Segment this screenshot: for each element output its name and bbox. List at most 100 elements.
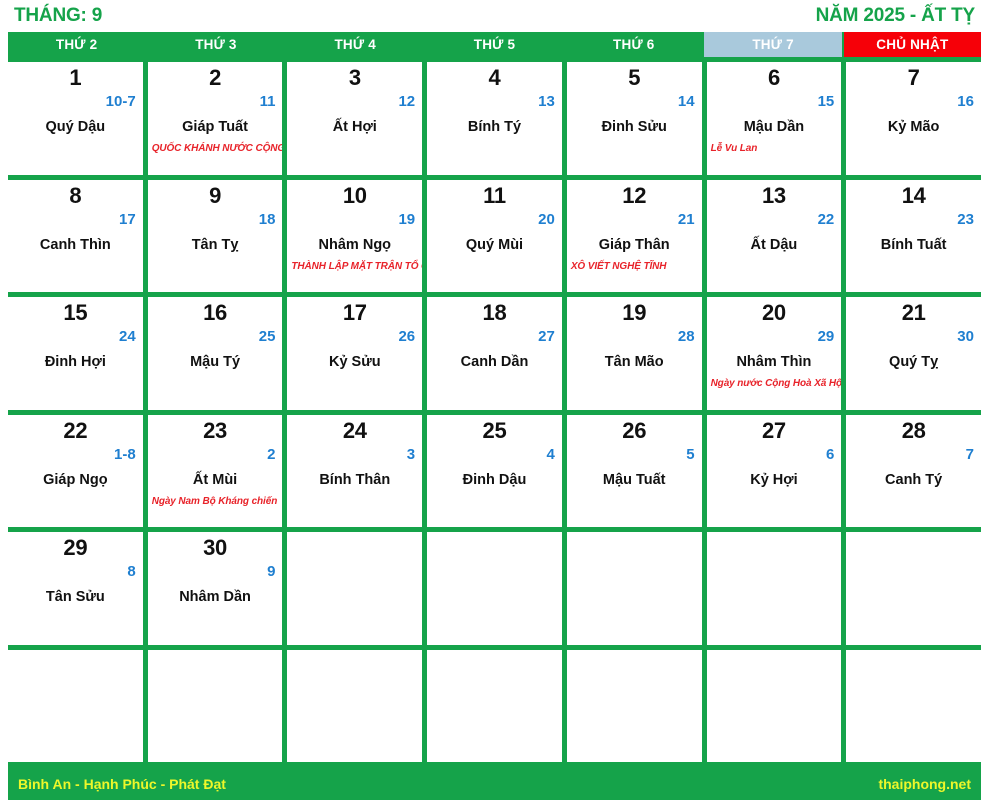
- day-cell[interactable]: 22 1-8 Giáp Ngọ: [8, 414, 143, 527]
- day-cell-empty: [846, 649, 981, 762]
- solar-day-number: 15: [63, 300, 88, 325]
- lunar-day-number: 7: [965, 445, 974, 463]
- event-note: Ngày Nam Bộ Kháng chiến: [151, 495, 278, 507]
- day-cell[interactable]: 7 16 Kỷ Mão: [846, 62, 981, 175]
- can-chi-label: Quý Tỵ: [889, 354, 939, 370]
- day-cell[interactable]: 8 17 Canh Thìn: [8, 179, 143, 292]
- day-cell[interactable]: 4 13 Bính Tý: [427, 62, 562, 175]
- solar-day-number: 5: [628, 65, 641, 90]
- page-title-month: THÁNG: 9: [14, 5, 103, 26]
- day-cell[interactable]: 30 9 Nhâm Dần: [147, 532, 283, 645]
- weekday-header-2: THỨ 3: [147, 32, 285, 57]
- can-chi-label: Kỷ Mão: [887, 119, 940, 135]
- day-cell[interactable]: 16 25 Mậu Tý: [147, 297, 283, 410]
- calendar-title-bar: THÁNG: 9 NĂM 2025 - ẤT TỴ: [8, 0, 981, 32]
- solar-day-number: 9: [209, 182, 222, 208]
- day-cell[interactable]: 12 21 Giáp Thân XÔ VIẾT NGHỆ TĨNH: [566, 179, 702, 292]
- lunar-day-number: 10-7: [105, 93, 136, 110]
- day-cell[interactable]: 17 26 Kỷ Sửu: [287, 297, 423, 410]
- day-cell[interactable]: 19 28 Tân Mão: [566, 297, 702, 410]
- lunar-day-number: 9: [267, 563, 276, 580]
- weekday-header-7: CHỦ NHẬT: [843, 32, 981, 57]
- lunar-day-number: 24: [119, 328, 136, 345]
- event-note: THÀNH LẬP MẶT TRẬN TỔ QUỐC: [291, 260, 422, 272]
- day-cell[interactable]: 2 11 Giáp Tuất QUỐC KHÁNH NƯỚC CỘNG HOÀ: [147, 62, 283, 175]
- calendar-footer-bar: Bình An - Hạnh Phúc - Phát Đạt thaiphong…: [8, 767, 981, 800]
- can-chi-label: Nhâm Thìn: [736, 354, 812, 370]
- day-cell[interactable]: 13 22 Ất Dậu: [706, 179, 842, 292]
- day-cell[interactable]: 27 6 Kỷ Hợi: [706, 414, 842, 527]
- can-chi-label: Bính Thân: [319, 471, 391, 488]
- weekday-header-3: THỨ 4: [286, 32, 424, 57]
- can-chi-label: Tân Mão: [604, 354, 664, 370]
- solar-day-number: 3: [348, 65, 361, 90]
- lunar-day-number: 17: [119, 210, 136, 228]
- solar-day-number: 7: [907, 65, 920, 90]
- solar-day-number: 24: [342, 417, 367, 443]
- day-cell[interactable]: 24 3 Bính Thân: [287, 414, 423, 527]
- can-chi-label: Ất Hợi: [332, 119, 377, 135]
- lunar-day-number: 11: [259, 93, 276, 110]
- can-chi-label: Giáp Thân: [598, 236, 670, 253]
- solar-day-number: 19: [622, 300, 647, 325]
- day-cell[interactable]: 26 5 Mậu Tuất: [566, 414, 702, 527]
- calendar-app: THÁNG: 9 NĂM 2025 - ẤT TỴ THỨ 2 THỨ 3 THỨ …: [0, 0, 989, 800]
- day-cell[interactable]: 23 2 Ất Mùi Ngày Nam Bộ Kháng chiến: [147, 414, 283, 527]
- day-cell[interactable]: 20 29 Nhâm Thìn Ngày nước Cộng Hoà Xã Hội: [706, 297, 842, 410]
- can-chi-label: Quý Mùi: [465, 236, 524, 253]
- footer-site-link[interactable]: thaiphong.net: [878, 776, 971, 792]
- solar-day-number: 28: [901, 417, 926, 443]
- lunar-day-number: 20: [538, 210, 555, 228]
- can-chi-label: Kỷ Sửu: [328, 354, 381, 370]
- day-cell[interactable]: 21 30 Quý Tỵ: [846, 297, 981, 410]
- weekday-header-6: THỨ 7: [704, 32, 842, 57]
- day-cell[interactable]: 29 8 Tân Sửu: [8, 532, 143, 645]
- day-cell[interactable]: 15 24 Đinh Hợi: [8, 297, 143, 410]
- day-cell[interactable]: 1 10-7 Quý Dậu: [8, 62, 143, 175]
- day-cell[interactable]: 11 20 Quý Mùi: [427, 179, 562, 292]
- event-note: Ngày nước Cộng Hoà Xã Hội: [710, 378, 842, 389]
- day-cell-empty: [8, 649, 143, 762]
- day-cell[interactable]: 6 15 Mậu Dần Lễ Vu Lan: [706, 62, 842, 175]
- page-title-year: NĂM 2025 - ẤT TỴ: [815, 5, 976, 26]
- footer-slogan: Bình An - Hạnh Phúc - Phát Đạt: [18, 775, 226, 792]
- lunar-day-number: 27: [538, 328, 555, 345]
- day-cell[interactable]: 9 18 Tân Tỵ: [147, 179, 283, 292]
- can-chi-label: Mậu Dần: [743, 119, 805, 135]
- can-chi-label: Canh Dần: [460, 354, 529, 370]
- lunar-day-number: 22: [817, 210, 835, 228]
- day-cell[interactable]: 3 12 Ất Hợi: [287, 62, 423, 175]
- event-note: QUỐC KHÁNH NƯỚC CỘNG HOÀ: [151, 143, 283, 154]
- day-cell[interactable]: 10 19 Nhâm Ngọ THÀNH LẬP MẶT TRẬN TỔ QUỐC: [287, 179, 423, 292]
- lunar-day-number: 30: [957, 328, 974, 345]
- day-cell-empty: [147, 649, 283, 762]
- solar-day-number: 16: [203, 300, 227, 325]
- day-cell[interactable]: 25 4 Đinh Dậu: [427, 414, 562, 527]
- can-chi-label: Canh Tý: [885, 471, 943, 488]
- day-cell-empty: [566, 649, 702, 762]
- can-chi-label: Nhâm Ngọ: [318, 236, 392, 253]
- solar-day-number: 11: [483, 182, 506, 208]
- day-cell[interactable]: 14 23 Bính Tuất: [846, 179, 981, 292]
- day-cell-empty: [287, 649, 423, 762]
- solar-day-number: 14: [901, 182, 926, 208]
- day-cell[interactable]: 18 27 Canh Dần: [427, 297, 562, 410]
- lunar-day-number: 21: [677, 210, 695, 228]
- lunar-day-number: 15: [817, 93, 835, 110]
- solar-day-number: 1: [69, 65, 82, 90]
- solar-day-number: 18: [482, 300, 507, 325]
- can-chi-label: Đinh Hợi: [44, 354, 106, 370]
- day-cell[interactable]: 5 14 Đinh Sửu: [566, 62, 702, 175]
- lunar-day-number: 8: [127, 563, 136, 580]
- solar-day-number: 30: [203, 535, 227, 560]
- weekday-header-row: THỨ 2 THỨ 3 THỨ 4 THỨ 5 THỨ 6 THỨ 7 CHỦ NHẬT: [8, 32, 981, 57]
- lunar-day-number: 1-8: [114, 445, 136, 463]
- lunar-day-number: 25: [258, 328, 276, 345]
- day-cell-empty: [846, 532, 981, 645]
- solar-day-number: 6: [767, 65, 780, 90]
- day-cell[interactable]: 28 7 Canh Tý: [846, 414, 981, 527]
- event-note: Lễ Vu Lan: [710, 143, 758, 154]
- lunar-day-number: 13: [538, 93, 555, 110]
- day-cell-empty: [427, 649, 562, 762]
- solar-day-number: 2: [209, 65, 222, 90]
